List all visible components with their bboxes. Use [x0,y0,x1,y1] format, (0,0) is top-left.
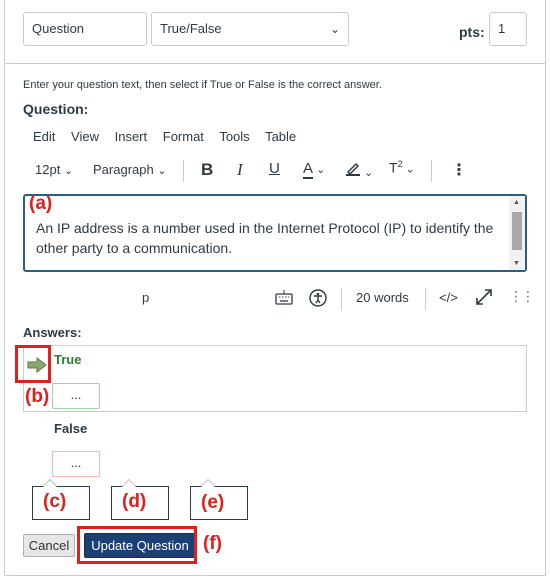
element-path[interactable]: p [142,290,149,305]
italic-icon[interactable]: I [237,160,243,180]
more-options-icon[interactable]: ⋮ [451,160,467,180]
editor-statusbar: p 20 words </> ⋮⋮ [23,284,535,312]
scroll-down-icon[interactable]: ▼ [513,260,520,267]
menu-view[interactable]: View [71,129,99,144]
comment-placeholder: ... [70,455,82,470]
menu-insert[interactable]: Insert [115,129,148,144]
callout-a-label: (a) [29,193,53,214]
highlight-color-icon[interactable]: ⌄ [345,160,373,179]
text-color-icon[interactable]: A ⌄ [303,160,325,179]
statusbar-divider [341,288,342,310]
resize-handle-icon[interactable]: ⋮⋮ [509,288,535,305]
question-text-editor[interactable]: An IP address is a number used in the In… [23,194,527,272]
toolbar-divider [431,160,432,182]
cancel-button[interactable]: Cancel [23,534,75,557]
menu-table[interactable]: Table [265,129,296,144]
question-name-input[interactable]: Question [23,12,147,46]
callout-b-label: (b) [25,386,50,407]
editor-menubar: Edit View Insert Format Tools Table [33,129,308,144]
fullscreen-icon[interactable] [475,288,493,309]
question-type-select[interactable]: True/False ⌄ [151,12,349,46]
callout-c-label: (c) [43,491,67,512]
question-label: Question: [23,101,89,117]
callout-f-label: (f) [203,533,222,554]
false-answer-comment[interactable]: ... [52,451,100,477]
bold-icon[interactable]: B [201,160,213,180]
scrollbar-thumb[interactable] [512,212,522,250]
question-type-value: True/False [160,21,222,36]
points-label: pts: [459,24,485,40]
callout-d-label: (d) [122,491,147,512]
false-answer-label[interactable]: False [54,421,87,436]
question-header: Question True/False ⌄ pts: 1 [5,0,545,64]
superscript-icon[interactable]: T2 ⌄ [389,159,415,175]
comment-placeholder: ... [70,387,82,402]
menu-tools[interactable]: Tools [219,129,249,144]
toolbar-divider [183,160,184,182]
html-editor-toggle[interactable]: </> [439,290,458,305]
font-size-value: 12pt [35,162,61,177]
font-size-select[interactable]: 12pt ⌄ [35,162,73,177]
block-format-value: Paragraph [93,162,154,177]
editor-content[interactable]: An IP address is a number used in the In… [36,218,496,258]
block-format-select[interactable]: Paragraph ⌄ [93,162,167,177]
chevron-down-icon: ⌄ [329,22,340,36]
callout-f-highlight [77,526,197,564]
word-count: 20 words [356,290,409,305]
chevron-down-icon: ⌄ [63,165,74,177]
callout-b-highlight [15,345,51,383]
menu-edit[interactable]: Edit [33,129,55,144]
accessibility-checker-icon[interactable] [309,289,327,310]
editor-scrollbar[interactable]: ▲ ▼ [509,196,525,270]
keyboard-icon[interactable] [275,289,293,308]
true-answer-label[interactable]: True [54,352,81,367]
statusbar-divider [425,288,426,310]
comment-notch [200,478,216,494]
underline-icon[interactable]: U [269,160,280,177]
scroll-up-icon[interactable]: ▲ [513,199,520,206]
menu-format[interactable]: Format [163,129,204,144]
chevron-down-icon: ⌄ [157,165,167,177]
true-answer-comment[interactable]: ... [52,383,100,409]
points-input[interactable]: 1 [489,12,527,46]
editor-toolbar: 12pt ⌄ Paragraph ⌄ B I U A ⌄ ⌄ T2 ⌄ ⋮ [27,158,527,184]
answers-label: Answers: [23,325,82,340]
callout-e-label: (e) [201,492,225,513]
question-editor-panel: Question True/False ⌄ pts: 1 Enter your … [4,0,546,576]
instructions-text: Enter your question text, then select if… [23,79,382,91]
